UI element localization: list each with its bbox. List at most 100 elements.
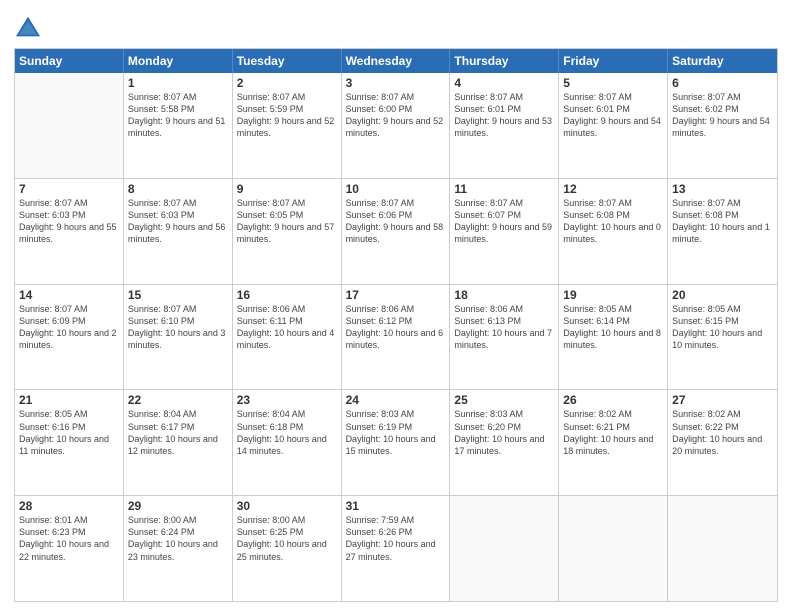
day-header-tuesday: Tuesday — [233, 49, 342, 73]
cal-cell: 3Sunrise: 8:07 AMSunset: 6:00 PMDaylight… — [342, 73, 451, 178]
day-number: 27 — [672, 393, 773, 407]
day-info: Sunrise: 8:02 AMSunset: 6:21 PMDaylight:… — [563, 408, 663, 457]
week-row-3: 14Sunrise: 8:07 AMSunset: 6:09 PMDayligh… — [15, 285, 777, 391]
day-number: 26 — [563, 393, 663, 407]
day-info: Sunrise: 8:07 AMSunset: 6:01 PMDaylight:… — [454, 91, 554, 140]
day-info: Sunrise: 7:59 AMSunset: 6:26 PMDaylight:… — [346, 514, 446, 563]
cal-cell: 19Sunrise: 8:05 AMSunset: 6:14 PMDayligh… — [559, 285, 668, 390]
day-number: 29 — [128, 499, 228, 513]
cal-cell: 25Sunrise: 8:03 AMSunset: 6:20 PMDayligh… — [450, 390, 559, 495]
cal-cell: 27Sunrise: 8:02 AMSunset: 6:22 PMDayligh… — [668, 390, 777, 495]
cal-cell: 4Sunrise: 8:07 AMSunset: 6:01 PMDaylight… — [450, 73, 559, 178]
cal-cell: 11Sunrise: 8:07 AMSunset: 6:07 PMDayligh… — [450, 179, 559, 284]
cal-cell: 20Sunrise: 8:05 AMSunset: 6:15 PMDayligh… — [668, 285, 777, 390]
day-info: Sunrise: 8:02 AMSunset: 6:22 PMDaylight:… — [672, 408, 773, 457]
day-info: Sunrise: 8:05 AMSunset: 6:16 PMDaylight:… — [19, 408, 119, 457]
day-info: Sunrise: 8:04 AMSunset: 6:18 PMDaylight:… — [237, 408, 337, 457]
day-number: 17 — [346, 288, 446, 302]
cal-cell: 31Sunrise: 7:59 AMSunset: 6:26 PMDayligh… — [342, 496, 451, 601]
cal-cell: 9Sunrise: 8:07 AMSunset: 6:05 PMDaylight… — [233, 179, 342, 284]
cal-cell: 23Sunrise: 8:04 AMSunset: 6:18 PMDayligh… — [233, 390, 342, 495]
day-info: Sunrise: 8:07 AMSunset: 5:58 PMDaylight:… — [128, 91, 228, 140]
day-number: 18 — [454, 288, 554, 302]
cal-cell: 30Sunrise: 8:00 AMSunset: 6:25 PMDayligh… — [233, 496, 342, 601]
day-info: Sunrise: 8:04 AMSunset: 6:17 PMDaylight:… — [128, 408, 228, 457]
day-number: 31 — [346, 499, 446, 513]
day-info: Sunrise: 8:07 AMSunset: 6:09 PMDaylight:… — [19, 303, 119, 352]
day-number: 1 — [128, 76, 228, 90]
day-number: 25 — [454, 393, 554, 407]
day-number: 7 — [19, 182, 119, 196]
day-number: 3 — [346, 76, 446, 90]
day-info: Sunrise: 8:01 AMSunset: 6:23 PMDaylight:… — [19, 514, 119, 563]
week-row-4: 21Sunrise: 8:05 AMSunset: 6:16 PMDayligh… — [15, 390, 777, 496]
day-header-saturday: Saturday — [668, 49, 777, 73]
cal-cell: 5Sunrise: 8:07 AMSunset: 6:01 PMDaylight… — [559, 73, 668, 178]
day-number: 12 — [563, 182, 663, 196]
day-header-friday: Friday — [559, 49, 668, 73]
week-row-5: 28Sunrise: 8:01 AMSunset: 6:23 PMDayligh… — [15, 496, 777, 601]
calendar-body: 1Sunrise: 8:07 AMSunset: 5:58 PMDaylight… — [15, 73, 777, 601]
day-number: 20 — [672, 288, 773, 302]
cal-cell: 6Sunrise: 8:07 AMSunset: 6:02 PMDaylight… — [668, 73, 777, 178]
day-header-monday: Monday — [124, 49, 233, 73]
cal-cell: 28Sunrise: 8:01 AMSunset: 6:23 PMDayligh… — [15, 496, 124, 601]
cal-cell: 16Sunrise: 8:06 AMSunset: 6:11 PMDayligh… — [233, 285, 342, 390]
day-number: 15 — [128, 288, 228, 302]
day-info: Sunrise: 8:07 AMSunset: 6:06 PMDaylight:… — [346, 197, 446, 246]
cal-cell: 18Sunrise: 8:06 AMSunset: 6:13 PMDayligh… — [450, 285, 559, 390]
cal-cell — [15, 73, 124, 178]
day-info: Sunrise: 8:07 AMSunset: 6:08 PMDaylight:… — [672, 197, 773, 246]
day-number: 24 — [346, 393, 446, 407]
day-info: Sunrise: 8:07 AMSunset: 6:03 PMDaylight:… — [19, 197, 119, 246]
day-number: 21 — [19, 393, 119, 407]
day-header-sunday: Sunday — [15, 49, 124, 73]
day-info: Sunrise: 8:05 AMSunset: 6:15 PMDaylight:… — [672, 303, 773, 352]
day-number: 19 — [563, 288, 663, 302]
day-info: Sunrise: 8:07 AMSunset: 6:00 PMDaylight:… — [346, 91, 446, 140]
cal-cell: 14Sunrise: 8:07 AMSunset: 6:09 PMDayligh… — [15, 285, 124, 390]
day-info: Sunrise: 8:05 AMSunset: 6:14 PMDaylight:… — [563, 303, 663, 352]
day-info: Sunrise: 8:07 AMSunset: 6:07 PMDaylight:… — [454, 197, 554, 246]
day-info: Sunrise: 8:06 AMSunset: 6:12 PMDaylight:… — [346, 303, 446, 352]
day-number: 8 — [128, 182, 228, 196]
calendar-header: SundayMondayTuesdayWednesdayThursdayFrid… — [15, 49, 777, 73]
day-number: 10 — [346, 182, 446, 196]
page: SundayMondayTuesdayWednesdayThursdayFrid… — [0, 0, 792, 612]
calendar: SundayMondayTuesdayWednesdayThursdayFrid… — [14, 48, 778, 602]
cal-cell: 15Sunrise: 8:07 AMSunset: 6:10 PMDayligh… — [124, 285, 233, 390]
cal-cell: 12Sunrise: 8:07 AMSunset: 6:08 PMDayligh… — [559, 179, 668, 284]
day-header-wednesday: Wednesday — [342, 49, 451, 73]
day-number: 16 — [237, 288, 337, 302]
cal-cell — [559, 496, 668, 601]
cal-cell — [450, 496, 559, 601]
day-number: 4 — [454, 76, 554, 90]
cal-cell: 26Sunrise: 8:02 AMSunset: 6:21 PMDayligh… — [559, 390, 668, 495]
cal-cell: 8Sunrise: 8:07 AMSunset: 6:03 PMDaylight… — [124, 179, 233, 284]
day-info: Sunrise: 8:07 AMSunset: 5:59 PMDaylight:… — [237, 91, 337, 140]
day-number: 28 — [19, 499, 119, 513]
day-number: 5 — [563, 76, 663, 90]
day-number: 11 — [454, 182, 554, 196]
cal-cell: 2Sunrise: 8:07 AMSunset: 5:59 PMDaylight… — [233, 73, 342, 178]
day-info: Sunrise: 8:03 AMSunset: 6:19 PMDaylight:… — [346, 408, 446, 457]
logo-icon — [14, 14, 42, 42]
day-info: Sunrise: 8:03 AMSunset: 6:20 PMDaylight:… — [454, 408, 554, 457]
day-info: Sunrise: 8:00 AMSunset: 6:25 PMDaylight:… — [237, 514, 337, 563]
day-number: 9 — [237, 182, 337, 196]
day-info: Sunrise: 8:07 AMSunset: 6:08 PMDaylight:… — [563, 197, 663, 246]
cal-cell: 1Sunrise: 8:07 AMSunset: 5:58 PMDaylight… — [124, 73, 233, 178]
day-info: Sunrise: 8:07 AMSunset: 6:05 PMDaylight:… — [237, 197, 337, 246]
day-info: Sunrise: 8:07 AMSunset: 6:03 PMDaylight:… — [128, 197, 228, 246]
cal-cell: 24Sunrise: 8:03 AMSunset: 6:19 PMDayligh… — [342, 390, 451, 495]
cal-cell: 13Sunrise: 8:07 AMSunset: 6:08 PMDayligh… — [668, 179, 777, 284]
day-info: Sunrise: 8:07 AMSunset: 6:02 PMDaylight:… — [672, 91, 773, 140]
day-number: 23 — [237, 393, 337, 407]
day-number: 14 — [19, 288, 119, 302]
header — [14, 10, 778, 42]
cal-cell: 7Sunrise: 8:07 AMSunset: 6:03 PMDaylight… — [15, 179, 124, 284]
day-number: 13 — [672, 182, 773, 196]
cal-cell — [668, 496, 777, 601]
day-number: 6 — [672, 76, 773, 90]
day-number: 30 — [237, 499, 337, 513]
